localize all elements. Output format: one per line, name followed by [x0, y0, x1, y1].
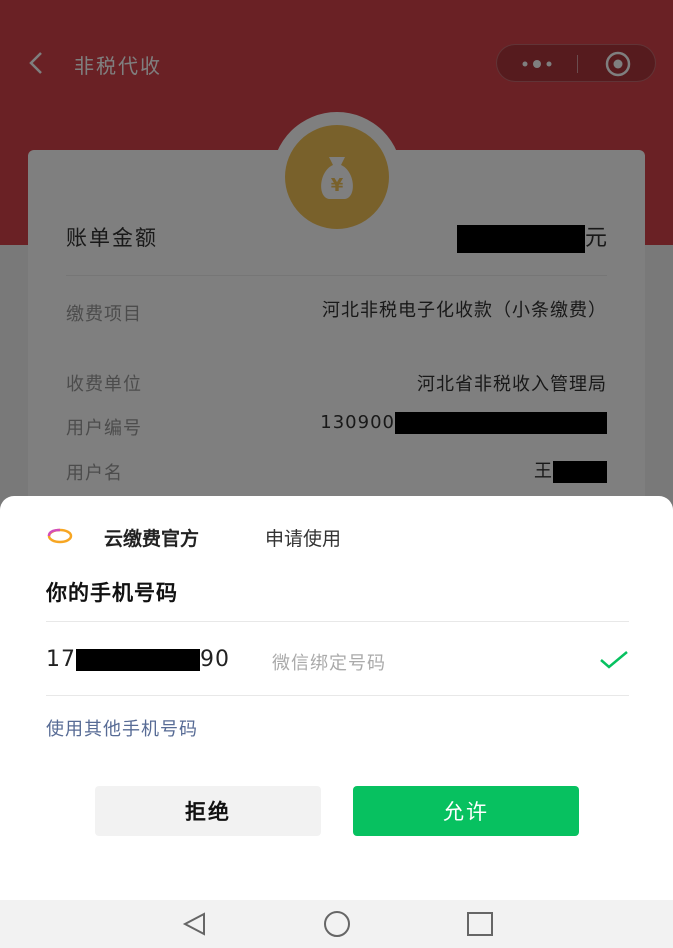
sheet-title: 你的手机号码: [46, 581, 178, 605]
phone-option[interactable]: 17 90: [46, 647, 230, 672]
circle-home-icon: [324, 911, 350, 937]
use-other-phone-link[interactable]: 使用其他手机号码: [46, 715, 198, 741]
app-name: 云缴费官方: [104, 528, 200, 550]
sheet-divider-bottom: [46, 695, 629, 696]
redacted-phone: [76, 649, 200, 671]
allow-button[interactable]: 允许: [353, 786, 579, 836]
phone-suffix: 90: [200, 647, 230, 672]
square-recent-icon: [467, 912, 493, 936]
phone-prefix: 17: [46, 647, 76, 672]
nav-recent-button[interactable]: [463, 908, 497, 940]
nav-back-button[interactable]: [177, 908, 211, 940]
request-text: 申请使用: [265, 528, 342, 550]
triangle-back-icon: [182, 912, 205, 936]
deny-button[interactable]: 拒绝: [95, 786, 321, 836]
phone-auth-sheet: [0, 496, 673, 900]
android-nav-bar: [0, 900, 673, 948]
nav-home-button[interactable]: [320, 908, 354, 940]
check-icon: [600, 651, 628, 669]
sheet-divider-top: [46, 621, 629, 622]
phone-tag: 微信绑定号码: [272, 653, 386, 674]
app-logo-icon: [47, 528, 73, 544]
